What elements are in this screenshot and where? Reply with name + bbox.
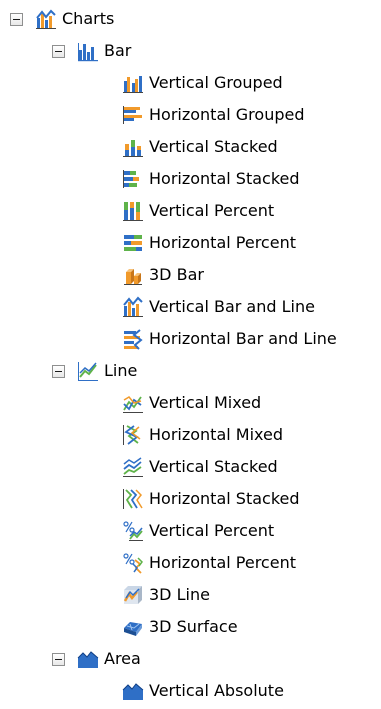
tree-node-area[interactable]: Area [52, 645, 142, 673]
tree-item-vertical-percent-bar[interactable]: Vertical Percent [122, 197, 275, 225]
tree-node-label: Area [104, 649, 141, 668]
3d-line-icon [123, 586, 142, 604]
tree-item-label: Vertical Mixed [149, 393, 262, 412]
vertical-stacked-line-icon [123, 457, 143, 477]
horizontal-percent-bar-icon [124, 235, 142, 251]
tree-node-bar[interactable]: Bar [52, 37, 132, 65]
horizontal-bar-and-line-icon [124, 329, 143, 350]
tree-node-label: Line [104, 361, 138, 380]
tree-item-label: Horizontal Percent [149, 553, 296, 572]
tree-item-label: 3D Bar [149, 265, 204, 284]
vertical-bar-and-line-icon [123, 296, 143, 317]
tree-item-label: Horizontal Stacked [149, 169, 300, 188]
tree-item-vertical-bar-and-line[interactable]: Vertical Bar and Line [122, 293, 316, 321]
tree-item-3d-bar[interactable]: 3D Bar [122, 261, 205, 289]
tree-item-vertical-percent-line[interactable]: Vertical Percent [122, 517, 275, 545]
3d-bar-icon [124, 269, 142, 285]
collapse-toggle-area[interactable] [52, 652, 65, 666]
tree-item-label: 3D Line [149, 585, 210, 604]
tree-item-label: Horizontal Stacked [149, 489, 300, 508]
horizontal-stacked-bar-icon [123, 170, 139, 188]
tree-item-label: 3D Surface [149, 617, 238, 636]
area-chart-icon [77, 651, 99, 668]
vertical-percent-line-icon [123, 521, 143, 541]
tree-node-label: Bar [104, 41, 132, 60]
horizontal-percent-line-icon [123, 553, 143, 574]
collapse-toggle-charts[interactable] [10, 12, 23, 26]
tree-item-label: Vertical Stacked [149, 457, 278, 476]
tree-item-label: Vertical Stacked [149, 137, 278, 156]
vertical-grouped-bar-icon [123, 76, 143, 93]
tree-item-horizontal-mixed-line[interactable]: Horizontal Mixed [122, 421, 284, 449]
3d-surface-icon [124, 622, 142, 636]
horizontal-stacked-line-icon [123, 489, 143, 509]
line-chart-icon [78, 362, 98, 381]
horizontal-mixed-line-icon [123, 425, 141, 445]
horizontal-grouped-bar-icon [123, 106, 142, 124]
tree-node-charts[interactable]: Charts [10, 5, 115, 33]
vertical-absolute-area-icon [122, 683, 144, 700]
tree-item-horizontal-bar-and-line[interactable]: Horizontal Bar and Line [122, 325, 338, 353]
tree-item-3d-line[interactable]: 3D Line [122, 581, 211, 609]
tree-item-horizontal-stacked-bar[interactable]: Horizontal Stacked [122, 165, 301, 193]
tree-item-vertical-mixed-line[interactable]: Vertical Mixed [122, 389, 262, 417]
vertical-percent-bar-icon [123, 202, 143, 221]
tree-item-horizontal-grouped-bar[interactable]: Horizontal Grouped [122, 101, 306, 129]
tree-item-label: Horizontal Grouped [149, 105, 305, 124]
collapse-toggle-bar[interactable] [52, 44, 65, 58]
charts-folder-icon [36, 9, 56, 29]
tree-node-line[interactable]: Line [52, 357, 138, 385]
tree-item-vertical-stacked-line[interactable]: Vertical Stacked [122, 453, 279, 481]
bar-chart-icon [78, 43, 98, 62]
vertical-stacked-bar-icon [123, 140, 143, 157]
tree-item-vertical-absolute-area[interactable]: Vertical Absolute [122, 677, 285, 705]
tree-item-label: Vertical Percent [149, 521, 275, 540]
tree-item-label: Horizontal Bar and Line [149, 329, 337, 348]
tree-node-label: Charts [62, 9, 115, 28]
tree-item-label: Vertical Percent [149, 201, 275, 220]
tree-item-horizontal-stacked-line[interactable]: Horizontal Stacked [122, 485, 301, 513]
tree-item-label: Vertical Absolute [149, 681, 284, 700]
tree-item-label: Vertical Bar and Line [149, 297, 315, 316]
collapse-toggle-line[interactable] [52, 364, 65, 378]
tree-item-vertical-grouped-bar[interactable]: Vertical Grouped [122, 69, 284, 97]
tree-item-vertical-stacked-bar[interactable]: Vertical Stacked [122, 133, 279, 161]
tree-item-label: Vertical Grouped [149, 73, 283, 92]
tree-item-3d-surface[interactable]: 3D Surface [122, 613, 239, 641]
vertical-mixed-line-icon [123, 396, 143, 413]
tree-item-label: Horizontal Mixed [149, 425, 284, 444]
tree-item-horizontal-percent-bar[interactable]: Horizontal Percent [122, 229, 297, 257]
tree-item-horizontal-percent-line[interactable]: Horizontal Percent [122, 549, 297, 577]
tree-item-label: Horizontal Percent [149, 233, 296, 252]
